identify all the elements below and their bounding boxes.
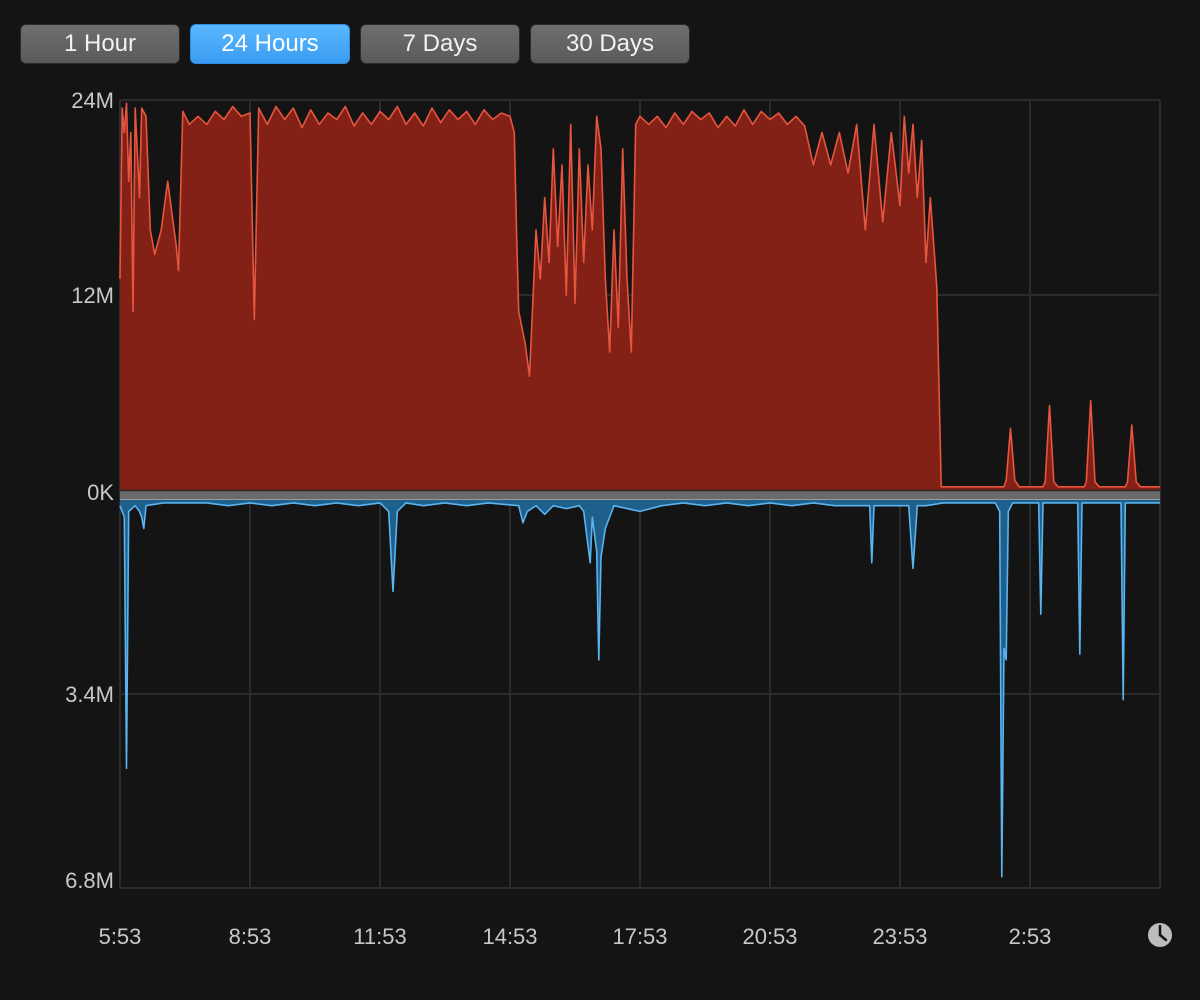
y-tick-lower-1: 3.4M xyxy=(65,682,114,707)
x-tick-2: 11:53 xyxy=(353,924,406,949)
y-tick-upper-0: 24M xyxy=(71,88,114,113)
x-tick-7: 2:53 xyxy=(1009,924,1052,949)
y-tick-upper-2: 0K xyxy=(87,480,114,505)
x-tick-3: 14:53 xyxy=(482,924,537,949)
x-tick-1: 8:53 xyxy=(229,924,272,949)
x-tick-0: 5:53 xyxy=(99,924,142,949)
network-activity-chart: 24M 12M 0K 3.4M 6.8M 5:53 8:53 11:53 14:53 17:53 2… xyxy=(65,88,1172,949)
upper-series xyxy=(119,102,1160,491)
zero-axis xyxy=(120,489,1160,500)
upper-area-fill xyxy=(120,103,1160,491)
y-tick-upper-1: 12M xyxy=(71,283,114,308)
y-tick-lower-2: 6.8M xyxy=(65,868,114,893)
clock-icon[interactable] xyxy=(1148,923,1172,947)
x-tick-4: 17:53 xyxy=(612,924,667,949)
x-tick-5: 20:53 xyxy=(742,924,797,949)
zero-axis-bar xyxy=(120,490,1160,500)
x-tick-6: 23:53 xyxy=(872,924,927,949)
network-monitor-window: 1 Hour 24 Hours 7 Days 30 Days 24M 12M 0K 3… xyxy=(0,0,1200,1000)
